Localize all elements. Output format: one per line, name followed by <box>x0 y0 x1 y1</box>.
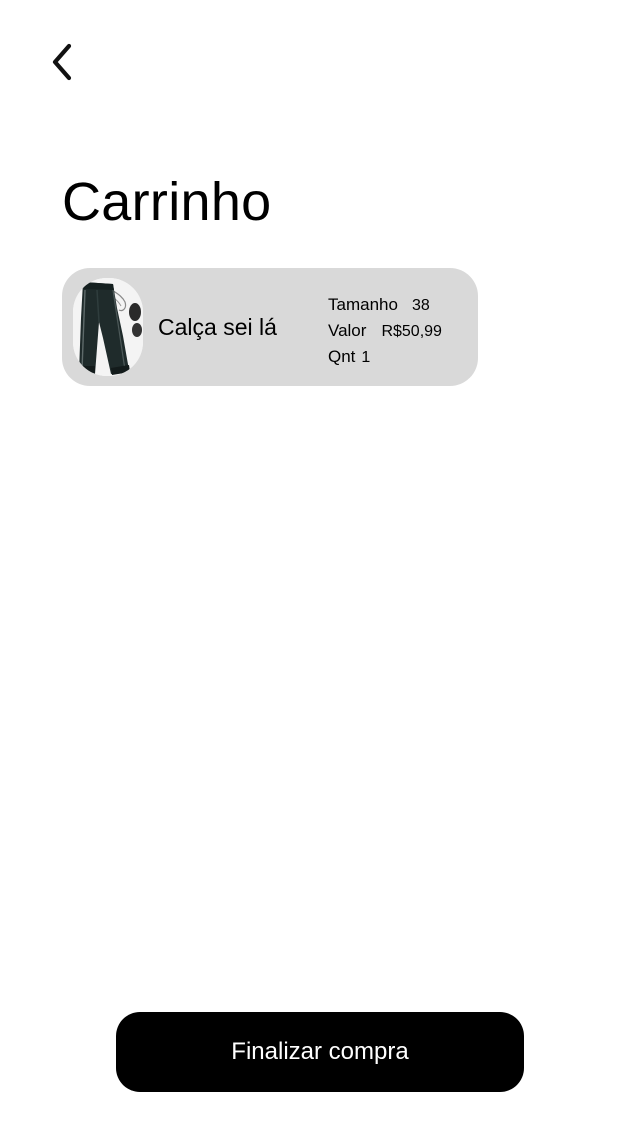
price-row: Valor R$50,99 <box>328 320 442 346</box>
quantity-row: Qnt 1 <box>328 346 442 372</box>
pants-product-image <box>73 278 143 376</box>
chevron-left-icon <box>52 43 72 81</box>
product-details: Tamanho 38 Valor R$50,99 Qnt 1 <box>328 294 442 372</box>
price-value: R$50,99 <box>381 323 442 340</box>
size-value: 38 <box>411 297 430 314</box>
product-name: Calça sei lá <box>158 314 277 340</box>
product-image <box>73 278 143 376</box>
size-label: Tamanho <box>328 295 398 314</box>
size-row: Tamanho 38 <box>328 294 442 320</box>
page-title: Carrinho <box>62 172 272 232</box>
quantity-value: 1 <box>361 349 371 366</box>
cart-item[interactable]: Calça sei lá Tamanho 38 Valor R$50,99 Qnt 1 <box>62 268 478 386</box>
checkout-button[interactable]: Finalizar compra <box>116 1012 524 1092</box>
price-label: Valor <box>328 321 367 340</box>
quantity-label: Qnt <box>328 347 356 366</box>
back-button[interactable] <box>40 38 84 86</box>
